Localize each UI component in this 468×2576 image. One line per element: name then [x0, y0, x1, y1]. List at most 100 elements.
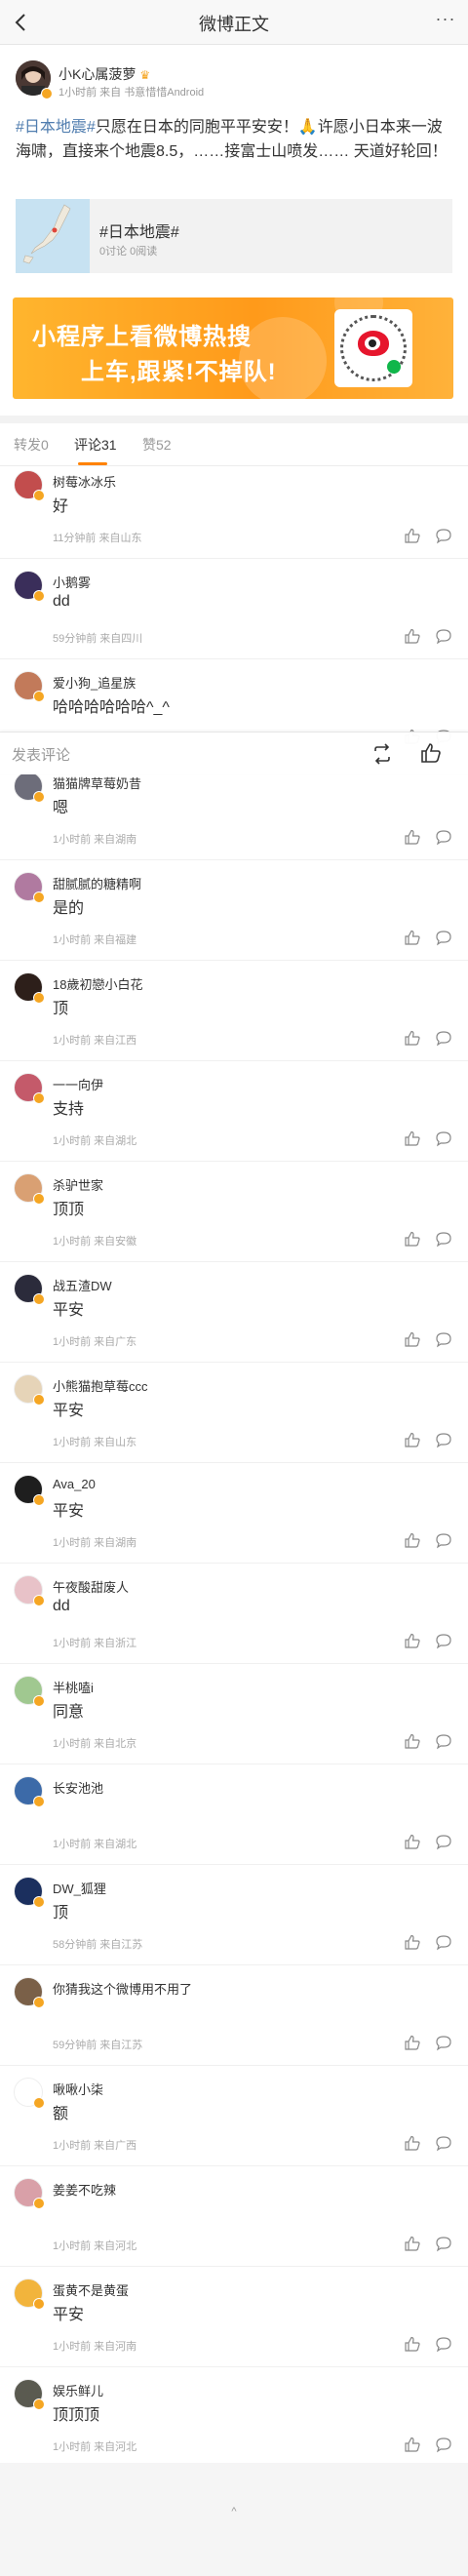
comment-reply-icon[interactable]	[435, 828, 452, 846]
comment-like-icon[interactable]	[404, 2235, 421, 2252]
comment-reply-icon[interactable]	[435, 2436, 452, 2453]
comment-like-icon[interactable]	[404, 1431, 421, 1448]
tab-reposts[interactable]: 转发0	[14, 435, 49, 455]
comment-item[interactable]: 猫猫牌草莓奶昔嗯 1小时前 来自湖南	[0, 760, 468, 860]
vip-badge-icon	[33, 1293, 45, 1305]
comment-reply-icon[interactable]	[435, 2034, 452, 2051]
tab-likes[interactable]: 赞52	[142, 435, 172, 455]
comment-meta: 1小时前 来自河北	[53, 2441, 137, 2453]
commenter-name[interactable]: 猫猫牌草莓奶昔	[53, 773, 141, 792]
commenter-name[interactable]: 树莓冰冰乐	[53, 472, 116, 491]
comment-item[interactable]: 半桃嗑i 同意 1小时前 来自北京	[0, 1664, 468, 1764]
comment-like-icon[interactable]	[404, 828, 421, 846]
comment-text: 平安	[53, 1403, 85, 1419]
vip-badge-icon	[33, 2298, 45, 2310]
comment-input[interactable]: 发表评论	[12, 744, 70, 765]
comment-reply-icon[interactable]	[435, 2335, 452, 2353]
commenter-name[interactable]: DW_狐狸	[53, 1879, 106, 1897]
comment-item[interactable]: 小熊猫抱草莓ccc 平安 1小时前 来自山东	[0, 1363, 468, 1463]
comment-like-icon[interactable]	[404, 627, 421, 645]
comment-reply-icon[interactable]	[435, 1732, 452, 1750]
comment-like-icon[interactable]	[404, 1833, 421, 1850]
comment-like-icon[interactable]	[404, 2134, 421, 2152]
like-icon[interactable]	[419, 741, 443, 765]
comment-meta: 1小时前 来自广东	[53, 1336, 137, 1348]
topic-card[interactable]: #日本地震# 0讨论 0阅读	[16, 199, 452, 273]
comment-like-icon[interactable]	[404, 1230, 421, 1248]
commenter-name[interactable]: Ava_20	[53, 1477, 96, 1491]
comment-item[interactable]: 一一向伊 支持 1小时前 来自湖北	[0, 1061, 468, 1162]
comment-reply-icon[interactable]	[435, 2235, 452, 2252]
comment-reply-icon[interactable]	[435, 527, 452, 544]
comment-item[interactable]: 你猜我这个微博用不用了 59分钟前 来自江苏	[0, 1965, 468, 2066]
commenter-name[interactable]: 小熊猫抱草莓ccc	[53, 1376, 148, 1395]
comment-like-icon[interactable]	[404, 1029, 421, 1047]
tab-comments[interactable]: 评论31	[74, 435, 117, 455]
comment-like-icon[interactable]	[404, 1732, 421, 1750]
comment-item[interactable]: 18歲初戀小白花顶 1小时前 来自江西	[0, 961, 468, 1061]
commenter-name[interactable]: 一一向伊	[53, 1075, 103, 1093]
comment-item[interactable]: 杀驴世家 顶顶 1小时前 来自安徽	[0, 1162, 468, 1262]
comment-like-icon[interactable]	[404, 527, 421, 544]
comment-item[interactable]: 午夜酸甜废人 dd 1小时前 来自浙江	[0, 1564, 468, 1664]
vip-badge-icon	[33, 1092, 45, 1104]
comment-reply-icon[interactable]	[435, 929, 452, 946]
comment-item[interactable]: 长安池池 1小时前 来自湖北	[0, 1764, 468, 1865]
commenter-name[interactable]: 18歲初戀小白花	[53, 974, 142, 993]
commenter-name[interactable]: 长安池池	[53, 1778, 103, 1797]
comment-like-icon[interactable]	[404, 1933, 421, 1951]
commenter-name[interactable]: 啾啾小柒	[53, 2080, 103, 2098]
comment-meta: 1小时前 来自山东	[53, 1437, 137, 1448]
comment-like-icon[interactable]	[404, 929, 421, 946]
comment-text: 同意	[53, 1704, 85, 1721]
comment-item[interactable]: 蛋黄不是黄蛋 平安 1小时前 来自河南	[0, 2267, 468, 2367]
commenter-name[interactable]: 姜姜不吃辣	[53, 2180, 116, 2199]
comment-reply-icon[interactable]	[435, 1330, 452, 1348]
comment-item[interactable]: 树莓冰冰乐好 11分钟前 来自山东	[0, 458, 468, 559]
author-name[interactable]: 小K心属菠萝 ♛	[58, 64, 150, 84]
comment-like-icon[interactable]	[404, 2335, 421, 2353]
comment-item[interactable]: 啾啾小柒额 1小时前 来自广西	[0, 2066, 468, 2166]
comment-meta: 1小时前 来自河北	[53, 2240, 137, 2252]
comment-text: 顶	[53, 1001, 69, 1017]
more-options-icon[interactable]: ···	[431, 10, 460, 31]
comment-reply-icon[interactable]	[435, 2134, 452, 2152]
commenter-name[interactable]: 午夜酸甜废人	[53, 1577, 129, 1596]
commenter-name[interactable]: 杀驴世家	[53, 1175, 103, 1194]
comment-like-icon[interactable]	[404, 1330, 421, 1348]
comment-like-icon[interactable]	[404, 1632, 421, 1649]
comment-item[interactable]: 甜腻腻的糖精啊 是的 1小时前 来自福建	[0, 860, 468, 961]
commenter-name[interactable]: 半桃嗑i	[53, 1678, 94, 1696]
comment-like-icon[interactable]	[404, 1531, 421, 1549]
commenter-name[interactable]: 战五渣DW	[53, 1276, 112, 1294]
commenter-name[interactable]: 你猜我这个微博用不用了	[53, 1979, 192, 1998]
vip-badge-icon	[33, 1695, 45, 1707]
repost-icon[interactable]	[370, 742, 394, 766]
comment-item[interactable]: 娱乐鲜儿 顶顶顶 1小时前 来自河北	[0, 2367, 468, 2468]
comment-reply-icon[interactable]	[435, 1129, 452, 1147]
commenter-name[interactable]: 蛋黄不是黄蛋	[53, 2280, 129, 2299]
comment-item[interactable]: 战五渣DW 平安 1小时前 来自广东	[0, 1262, 468, 1363]
comment-like-icon[interactable]	[404, 2034, 421, 2051]
comment-meta: 1小时前 来自湖南	[53, 834, 137, 846]
comment-reply-icon[interactable]	[435, 1431, 452, 1448]
miniprogram-banner[interactable]: 小程序上看微博热搜 上车,跟紧!不掉队!	[13, 297, 453, 399]
commenter-name[interactable]: 小鹅雾	[53, 573, 91, 591]
comment-reply-icon[interactable]	[435, 1230, 452, 1248]
comment-item[interactable]: Ava_20 平安 1小时前 来自湖南	[0, 1463, 468, 1564]
commenter-name[interactable]: 爱小狗_追星族	[53, 673, 136, 692]
commenter-name[interactable]: 娱乐鲜儿	[53, 2381, 103, 2399]
post-hashtag-link[interactable]: #日本地震#	[16, 119, 96, 136]
comment-reply-icon[interactable]	[435, 627, 452, 645]
comment-item[interactable]: DW_狐狸顶 58分钟前 来自江苏	[0, 1865, 468, 1965]
comment-like-icon[interactable]	[404, 1129, 421, 1147]
comment-reply-icon[interactable]	[435, 1833, 452, 1850]
comment-reply-icon[interactable]	[435, 1029, 452, 1047]
comment-reply-icon[interactable]	[435, 1531, 452, 1549]
comment-like-icon[interactable]	[404, 2436, 421, 2453]
comment-reply-icon[interactable]	[435, 1632, 452, 1649]
comment-item[interactable]: 姜姜不吃辣 1小时前 来自河北	[0, 2166, 468, 2267]
comment-item[interactable]: 小鹅雾 dd 59分钟前 来自四川	[0, 559, 468, 659]
comment-reply-icon[interactable]	[435, 1933, 452, 1951]
commenter-name[interactable]: 甜腻腻的糖精啊	[53, 874, 141, 892]
